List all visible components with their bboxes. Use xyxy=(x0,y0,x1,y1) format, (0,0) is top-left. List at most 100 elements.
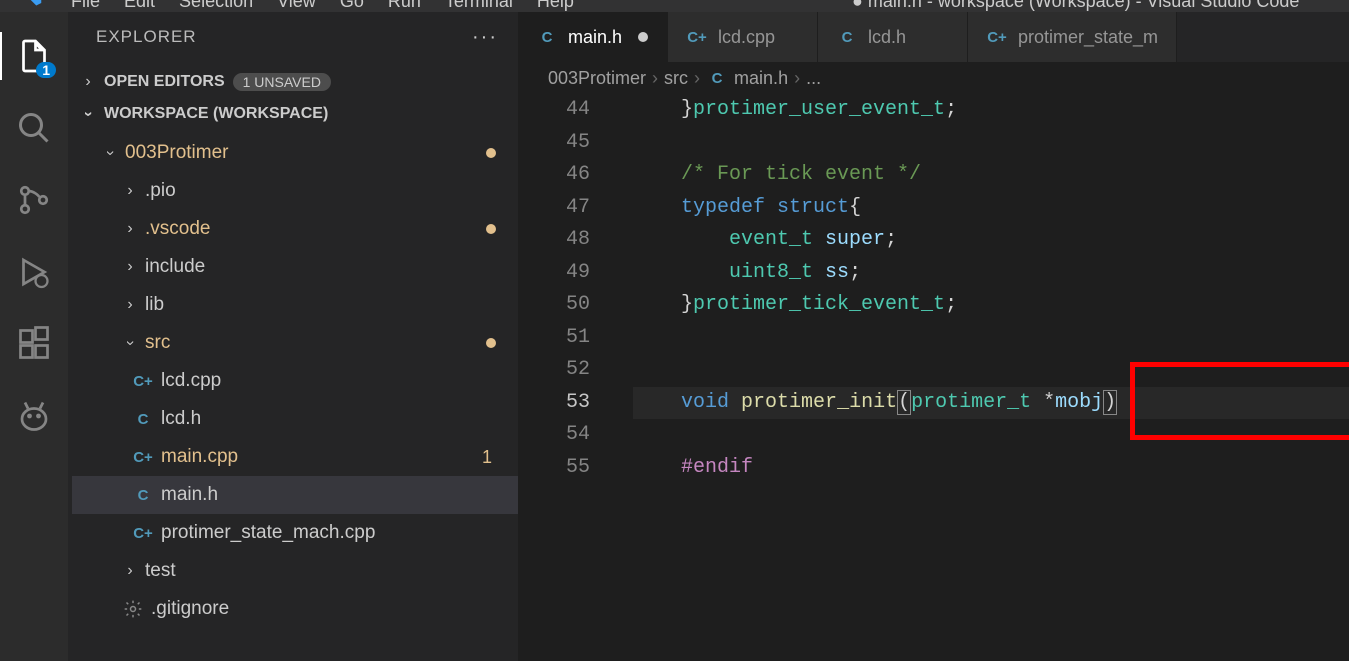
editor-tab[interactable]: C+ lcd.cpp xyxy=(668,12,818,62)
line-number: 45 xyxy=(518,127,590,160)
tab-label: protimer_state_m xyxy=(1018,27,1158,48)
breadcrumb-segment[interactable]: 003Protimer xyxy=(548,68,646,89)
code-line[interactable]: typedef struct{ xyxy=(633,192,1349,225)
code-line[interactable]: /* For tick event */ xyxy=(633,159,1349,192)
breadcrumb-segment[interactable]: ... xyxy=(806,68,821,89)
folder-label: src xyxy=(145,332,170,354)
c-file-icon: C xyxy=(836,26,858,48)
code-line[interactable]: event_t super; xyxy=(633,224,1349,257)
folder-label: .vscode xyxy=(145,218,210,240)
editor-tab[interactable]: C+ protimer_state_m xyxy=(968,12,1177,62)
menu-edit[interactable]: Edit xyxy=(113,0,166,12)
tree-file[interactable]: C+ protimer_state_mach.cpp xyxy=(72,514,518,552)
tree-file[interactable]: Clcd.h xyxy=(72,400,518,438)
chevron-right-icon: › xyxy=(122,258,138,276)
line-number: 55 xyxy=(518,452,590,485)
modified-dot-icon xyxy=(486,148,496,158)
folder-label: 003Protimer xyxy=(125,142,229,164)
vscode-logo-icon xyxy=(15,0,45,8)
tree-folder-src[interactable]: › src xyxy=(72,324,518,362)
chevron-right-icon: › xyxy=(122,182,138,200)
menu-go[interactable]: Go xyxy=(329,0,375,12)
tree-file[interactable]: Cmain.h xyxy=(72,476,518,514)
c-file-icon: C xyxy=(132,408,154,430)
line-number: 53 xyxy=(518,387,590,420)
chevron-down-icon: › xyxy=(101,145,119,161)
folder-label: .pio xyxy=(145,180,176,202)
breadcrumb-segment[interactable]: src xyxy=(664,68,688,89)
explorer-more-icon[interactable]: ··· xyxy=(472,26,498,49)
open-editors-label: OPEN EDITORS xyxy=(104,73,225,91)
menu-view[interactable]: View xyxy=(266,0,327,12)
chevron-right-icon: › xyxy=(80,73,96,91)
tab-label: lcd.cpp xyxy=(718,27,775,48)
code-line[interactable] xyxy=(633,127,1349,160)
menu-terminal[interactable]: Terminal xyxy=(434,0,524,12)
platformio-icon[interactable] xyxy=(10,392,58,440)
folder-label: test xyxy=(145,560,176,582)
open-editors-header[interactable]: › OPEN EDITORS 1 UNSAVED xyxy=(68,66,518,98)
tree-folder[interactable]: ›.vscode xyxy=(72,210,518,248)
file-label: protimer_state_mach.cpp xyxy=(161,522,375,544)
cpp-file-icon: C+ xyxy=(986,26,1008,48)
tree-folder[interactable]: › include xyxy=(72,248,518,286)
tree-folder-project[interactable]: › 003Protimer xyxy=(72,134,518,172)
code-line[interactable]: void protimer_init(protimer_t *mobj) xyxy=(633,387,1349,420)
editor-tab[interactable]: Clcd.h xyxy=(818,12,968,62)
line-number: 48 xyxy=(518,224,590,257)
gear-icon xyxy=(122,598,144,620)
code-line[interactable]: }protimer_user_event_t; xyxy=(633,94,1349,127)
code-content[interactable]: }protimer_user_event_t; /* For tick even… xyxy=(518,94,1349,484)
folder-label: include xyxy=(145,256,205,278)
cpp-file-icon: C+ xyxy=(132,522,154,544)
line-number: 44 xyxy=(518,94,590,127)
code-line[interactable] xyxy=(633,354,1349,387)
menu-file[interactable]: File xyxy=(60,0,111,12)
c-file-icon: C xyxy=(132,484,154,506)
tree-folder[interactable]: › .pio xyxy=(72,172,518,210)
c-file-icon: C xyxy=(536,26,558,48)
run-debug-icon[interactable] xyxy=(10,248,58,296)
modified-dot-icon xyxy=(486,224,496,234)
editor-tab[interactable]: Cmain.h xyxy=(518,12,668,62)
menu-help[interactable]: Help xyxy=(526,0,585,12)
tree-folder[interactable]: ›lib xyxy=(72,286,518,324)
chevron-right-icon: › xyxy=(122,562,138,580)
extensions-icon[interactable] xyxy=(10,320,58,368)
tree-folder-test[interactable]: › test xyxy=(72,552,518,590)
explorer-sidebar: EXPLORER ··· › OPEN EDITORS 1 UNSAVED › … xyxy=(68,12,518,661)
workspace-header[interactable]: › WORKSPACE (WORKSPACE) xyxy=(68,98,518,130)
chevron-right-icon: › xyxy=(694,68,700,89)
chevron-right-icon: › xyxy=(652,68,658,89)
tree-file[interactable]: C+main.cpp1 xyxy=(72,438,518,476)
window-title: ● main.h - workspace (Workspace) - Visua… xyxy=(852,0,1299,12)
explorer-badge: 1 xyxy=(36,62,56,78)
cpp-file-icon: C+ xyxy=(686,26,708,48)
file-label: lcd.h xyxy=(161,408,201,430)
menu-run[interactable]: Run xyxy=(377,0,432,12)
tree-file[interactable]: C+lcd.cpp xyxy=(72,362,518,400)
code-line[interactable]: uint8_t ss; xyxy=(633,257,1349,290)
cpp-file-icon: C+ xyxy=(132,370,154,392)
modified-dot-icon xyxy=(486,338,496,348)
chevron-right-icon: › xyxy=(122,296,138,314)
chevron-down-icon: › xyxy=(121,335,139,351)
line-number-gutter: 444546474849505152535455 xyxy=(518,94,618,484)
code-line[interactable] xyxy=(633,419,1349,452)
explorer-icon[interactable]: 1 xyxy=(10,32,58,80)
code-editor[interactable]: 444546474849505152535455 }protimer_user_… xyxy=(518,94,1349,661)
line-number: 50 xyxy=(518,289,590,322)
search-icon[interactable] xyxy=(10,104,58,152)
cpp-file-icon: C+ xyxy=(132,446,154,468)
source-control-icon[interactable] xyxy=(10,176,58,224)
code-line[interactable] xyxy=(633,322,1349,355)
tab-label: main.h xyxy=(568,27,622,48)
c-file-icon: C xyxy=(706,67,728,89)
breadcrumb-segment[interactable]: main.h xyxy=(734,68,788,89)
menu-selection[interactable]: Selection xyxy=(168,0,264,12)
breadcrumb[interactable]: 003Protimer › src › C main.h › ... xyxy=(518,62,1349,94)
title-bar: FileEditSelectionViewGoRunTerminalHelp ●… xyxy=(0,0,1349,12)
code-line[interactable]: #endif xyxy=(633,452,1349,485)
code-line[interactable]: }protimer_tick_event_t; xyxy=(633,289,1349,322)
tree-file-gitignore[interactable]: .gitignore xyxy=(72,590,518,628)
